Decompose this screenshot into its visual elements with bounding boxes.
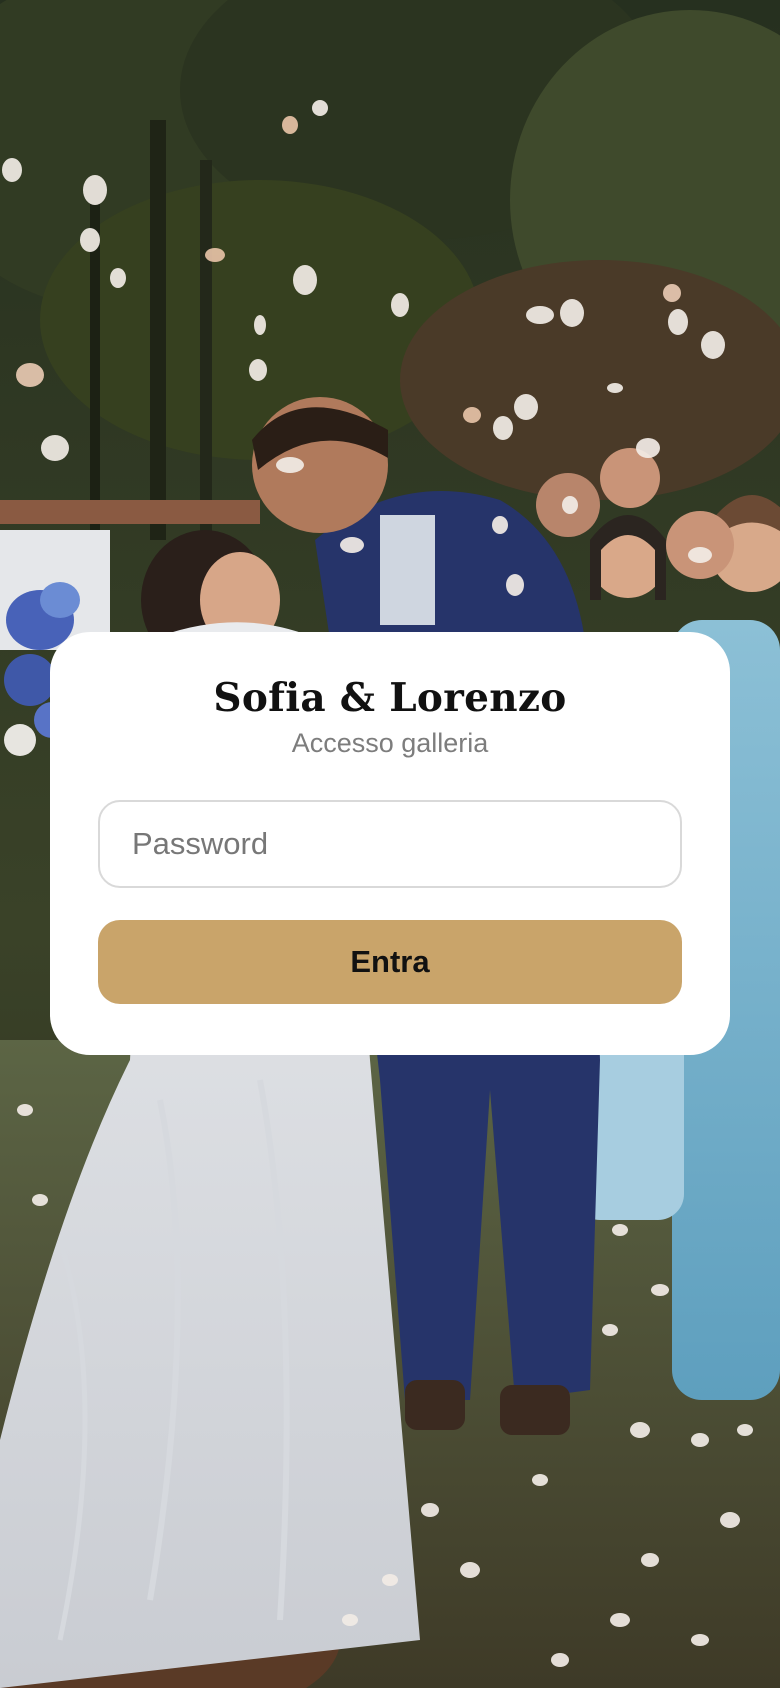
- password-input[interactable]: [98, 800, 682, 888]
- login-card: Sofia & Lorenzo Accesso galleria Entra: [50, 632, 730, 1055]
- page-subtitle: Accesso galleria: [291, 728, 489, 758]
- enter-button[interactable]: Entra: [98, 920, 682, 1004]
- page-title: Sofia & Lorenzo: [213, 675, 567, 721]
